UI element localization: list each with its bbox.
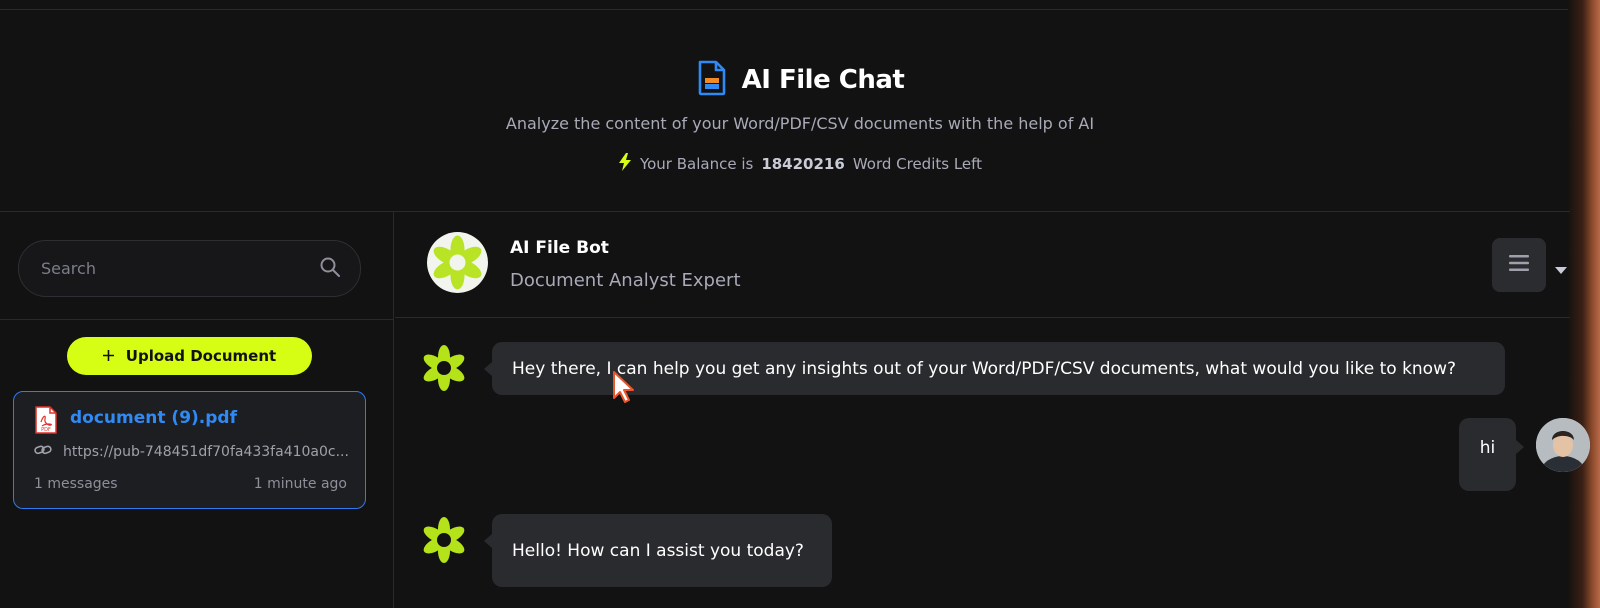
document-meta: 1 messages 1 minute ago	[34, 476, 347, 492]
bot-message-bubble: Hello! How can I assist you today?	[484, 514, 832, 587]
search-input[interactable]	[41, 259, 320, 278]
document-link[interactable]: https://pub-748451df70fa433fa410a0c...	[63, 444, 349, 460]
bot-message-bubble: Hey there, I can help you get any insigh…	[484, 342, 1505, 395]
mouse-cursor-icon	[612, 370, 638, 408]
document-link-row: https://pub-748451df70fa433fa410a0c...	[34, 444, 354, 460]
upload-document-label: Upload Document	[125, 347, 277, 365]
search-icon[interactable]	[320, 257, 340, 281]
page-header: AI File Chat Analyze the content of your…	[0, 10, 1570, 212]
document-list-item[interactable]: PDF document (9).pdf https://pub-748451d…	[13, 391, 366, 509]
lightning-icon	[618, 153, 632, 175]
menu-button[interactable]	[1492, 238, 1546, 292]
balance-info: Your Balance is 18420216 Word Credits Le…	[0, 153, 1600, 175]
user-message-text: hi	[1479, 438, 1496, 458]
document-name[interactable]: document (9).pdf	[70, 408, 237, 428]
bot-message-avatar	[418, 342, 470, 394]
bot-role: Document Analyst Expert	[510, 270, 741, 291]
message-count: 1 messages	[34, 476, 118, 492]
chevron-down-icon[interactable]	[1555, 260, 1567, 279]
upload-document-button[interactable]: Upload Document	[67, 337, 312, 375]
page-subtitle: Analyze the content of your Word/PDF/CSV…	[505, 114, 1095, 133]
hamburger-icon	[1509, 254, 1529, 276]
user-message-bubble: hi	[1459, 418, 1524, 491]
bot-avatar	[427, 232, 488, 293]
user-avatar	[1536, 418, 1590, 472]
bot-message-avatar	[418, 514, 470, 566]
page-title: AI File Chat	[741, 65, 905, 95]
sidebar-divider	[0, 319, 394, 320]
balance-suffix: Word Credits Left	[852, 155, 983, 173]
search-box[interactable]	[18, 240, 361, 297]
svg-text:PDF: PDF	[41, 427, 51, 433]
balance-value: 18420216	[761, 155, 845, 173]
title-row: AI File Chat	[0, 60, 1600, 100]
chat-header: AI File Bot Document Analyst Expert	[395, 212, 1570, 318]
link-icon	[34, 444, 52, 460]
document-time: 1 minute ago	[253, 476, 347, 492]
file-document-icon	[696, 60, 728, 100]
balance-prefix: Your Balance is	[639, 155, 754, 173]
bot-message-text: Hey there, I can help you get any insigh…	[512, 358, 1457, 379]
bot-name: AI File Bot	[510, 238, 609, 258]
sidebar: Upload Document PDF document (9).pdf htt…	[0, 212, 394, 608]
bot-message-text: Hello! How can I assist you today?	[512, 540, 804, 561]
pdf-file-icon: PDF	[34, 406, 58, 438]
plus-icon	[102, 347, 114, 365]
